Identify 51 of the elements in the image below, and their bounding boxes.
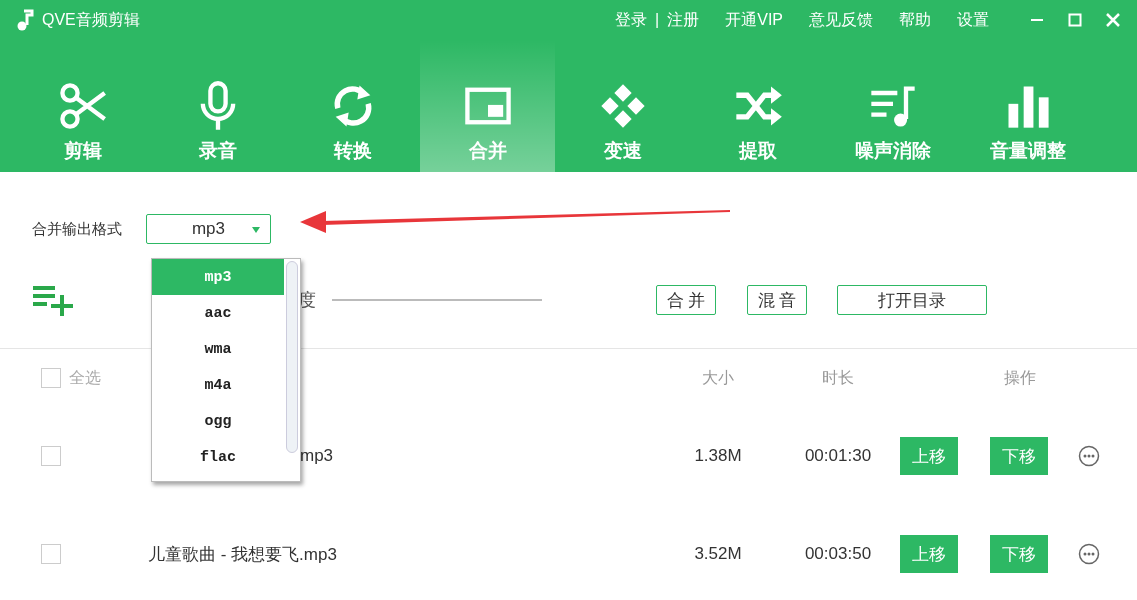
- maximize-icon[interactable]: [1067, 12, 1083, 28]
- top-link[interactable]: 设置: [957, 9, 989, 31]
- format-option[interactable]: mp3: [152, 259, 284, 295]
- top-link[interactable]: 开通VIP: [725, 9, 783, 31]
- file-duration: 00:03:50: [803, 544, 873, 564]
- close-icon[interactable]: [1105, 12, 1121, 28]
- checkbox[interactable]: [41, 544, 61, 564]
- music-note-icon: [16, 9, 34, 31]
- column-header: 操作: [1003, 367, 1037, 388]
- column-header: 大小: [701, 367, 735, 388]
- format-option[interactable]: ogg: [152, 403, 284, 439]
- nav-tab[interactable]: 音量调整: [960, 40, 1095, 172]
- format-option[interactable]: m4a: [152, 367, 284, 403]
- add-list-icon[interactable]: [33, 284, 75, 316]
- caret-icon: [252, 227, 260, 233]
- more-icon[interactable]: [1078, 543, 1100, 565]
- nav-tab[interactable]: 剪辑: [15, 40, 150, 172]
- file-duration: 00:01:30: [803, 446, 873, 466]
- action-button[interactable]: 打开目录: [837, 285, 987, 315]
- top-link[interactable]: 登录: [615, 9, 648, 31]
- window-title: QVE音频剪辑: [42, 9, 140, 30]
- top-link[interactable]: 帮助: [899, 9, 931, 31]
- format-option[interactable]: flac: [152, 439, 284, 475]
- move-button[interactable]: 上移: [900, 535, 958, 573]
- checkbox[interactable]: [41, 446, 61, 466]
- nav-tab[interactable]: 提取: [690, 40, 825, 172]
- format-dropdown[interactable]: mp3: [146, 214, 271, 244]
- nav-tab[interactable]: 噪声消除: [825, 40, 960, 172]
- top-link[interactable]: 注册: [667, 9, 700, 31]
- separator: |: [655, 11, 660, 29]
- top-link[interactable]: 意见反馈: [809, 9, 873, 31]
- action-button[interactable]: 混 音: [747, 285, 807, 315]
- column-header: 时长: [821, 367, 855, 388]
- file-size: 1.38M: [693, 446, 743, 466]
- nav-tab[interactable]: 录音: [150, 40, 285, 172]
- format-option[interactable]: aac: [152, 295, 284, 331]
- move-button[interactable]: 下移: [990, 437, 1048, 475]
- move-button[interactable]: 下移: [990, 535, 1048, 573]
- format-label: 合并输出格式: [32, 219, 122, 239]
- move-button[interactable]: 上移: [900, 437, 958, 475]
- file-name: mp3: [300, 446, 334, 466]
- file-size: 3.52M: [693, 544, 743, 564]
- scrollbar-thumb[interactable]: [286, 261, 298, 453]
- nav-tab[interactable]: 变速: [555, 40, 690, 172]
- action-button[interactable]: 合 并: [656, 285, 716, 315]
- select-all-label: 全选: [69, 367, 101, 388]
- file-name: 儿童歌曲 - 我想要飞.mp3: [148, 543, 337, 566]
- format-option[interactable]: wma: [152, 331, 284, 367]
- nav-tab[interactable]: 转换: [285, 40, 420, 172]
- more-icon[interactable]: [1078, 445, 1100, 467]
- checkbox[interactable]: [41, 368, 61, 388]
